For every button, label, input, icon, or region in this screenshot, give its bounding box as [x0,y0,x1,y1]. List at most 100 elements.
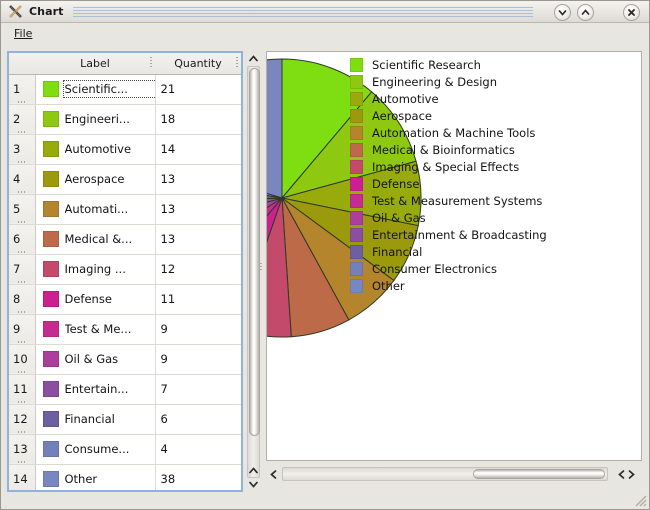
quantity-cell[interactable]: 13 [155,224,241,255]
chart-horizontal-scrollbar[interactable] [266,466,642,482]
row-resize-handle[interactable] [18,280,27,283]
quantity-cell[interactable]: 6 [155,404,241,435]
quantity-cell[interactable]: 38 [155,464,241,490]
legend-entry: Engineering & Design [350,73,630,90]
row-number-cell[interactable]: 14 [9,464,36,493]
label-cell[interactable]: Entertain... [35,374,156,405]
quantity-cell[interactable]: 21 [155,74,241,105]
pie-slice[interactable] [266,58,283,199]
row-resize-handle[interactable] [18,130,27,133]
row-resize-handle[interactable] [18,310,27,313]
label-cell[interactable]: Imaging ... [35,254,156,285]
row-number-cell[interactable]: 8 [9,284,36,315]
table-row[interactable]: 14 Other 38 [9,464,241,493]
row-number-cell[interactable]: 13 [9,434,36,465]
label-cell[interactable]: Engineeri... [35,104,156,135]
window-resize-grip[interactable] [633,493,647,507]
table-row[interactable]: 2 Engineeri... 18 [9,104,241,135]
table-row[interactable]: 12 Financial 6 [9,404,241,435]
label-cell[interactable]: Medical &... [35,224,156,255]
row-number-cell[interactable]: 6 [9,224,36,255]
window-titlebar[interactable]: Chart [1,1,649,23]
quantity-cell[interactable]: 13 [155,164,241,195]
row-number-cell[interactable]: 5 [9,194,36,225]
row-number-cell[interactable]: 10 [9,344,36,375]
table-row[interactable]: 4 Aerospace 13 [9,164,241,195]
row-resize-handle[interactable] [18,220,27,223]
label-cell[interactable]: Other [35,464,156,490]
column-header-label[interactable]: Label [35,53,155,75]
row-resize-handle[interactable] [18,340,27,343]
row-resize-handle[interactable] [18,370,27,373]
scroll-right-button[interactable] [612,467,640,481]
scroll-trough-horizontal[interactable] [282,467,608,481]
quantity-cell[interactable]: 14 [155,134,241,165]
table-row[interactable]: 3 Automotive 14 [9,134,241,165]
row-resize-handle[interactable] [18,491,27,493]
label-text: Automati... [64,202,129,216]
table-row[interactable]: 11 Entertain... 7 [9,374,241,405]
row-number-cell[interactable]: 9 [9,314,36,345]
table-row[interactable]: 5 Automati... 13 [9,194,241,225]
row-number-cell[interactable]: 4 [9,164,36,195]
quantity-cell[interactable]: 13 [155,194,241,225]
quantity-cell[interactable]: 9 [155,314,241,345]
close-button[interactable] [623,4,640,21]
row-resize-handle[interactable] [18,460,27,463]
row-resize-handle[interactable] [18,400,27,403]
row-resize-handle[interactable] [18,160,27,163]
label-cell[interactable]: Aerospace [35,164,156,195]
label-cell[interactable]: Defense [35,284,156,315]
row-number-cell[interactable]: 7 [9,254,36,285]
scroll-thumb-horizontal[interactable] [473,469,605,479]
row-resize-handle[interactable] [18,430,27,433]
column-resize-handle[interactable] [150,57,152,69]
quantity-cell[interactable]: 4 [155,434,241,465]
table-row[interactable]: 7 Imaging ... 12 [9,254,241,285]
label-text: Oil & Gas [64,352,119,366]
scroll-left-button[interactable] [266,467,280,481]
legend-color-swatch-icon [350,91,363,106]
legend-label: Automotive [372,91,439,106]
table-row[interactable]: 13 Consume... 4 [9,434,241,465]
pane-splitter[interactable] [258,51,264,492]
legend-label: Imaging & Special Effects [372,159,520,174]
row-number-cell[interactable]: 11 [9,374,36,405]
label-cell[interactable]: Financial [35,404,156,435]
row-resize-handle[interactable] [18,250,27,253]
row-resize-handle[interactable] [18,190,27,193]
label-cell[interactable]: Automati... [35,194,156,225]
legend-label: Test & Measurement Systems [372,193,543,208]
table-row[interactable]: 9 Test & Me... 9 [9,314,241,345]
label-cell[interactable]: Consume... [35,434,156,465]
row-resize-handle[interactable] [18,100,27,103]
label-cell[interactable]: Test & Me... [35,314,156,345]
legend-label: Aerospace [372,108,432,123]
quantity-cell[interactable]: 9 [155,344,241,375]
quantity-cell[interactable]: 12 [155,254,241,285]
row-number-cell[interactable]: 2 [9,104,36,135]
label-cell[interactable]: Automotive [35,134,156,165]
row-number-cell[interactable]: 3 [9,134,36,165]
table-corner-header[interactable] [9,53,35,75]
table-row[interactable]: 8 Defense 11 [9,284,241,315]
legend-color-swatch-icon [350,176,363,191]
legend-entry: Consumer Electronics [350,260,630,277]
pie-chart-canvas[interactable]: Scientific Research Engineering & Design A… [266,51,642,461]
table-row[interactable]: 10 Oil & Gas 9 [9,344,241,375]
menu-item-file[interactable]: File [11,26,35,41]
quantity-cell[interactable]: 11 [155,284,241,315]
label-cell[interactable]: Oil & Gas [35,344,156,375]
column-resize-handle[interactable] [236,57,238,69]
minimize-button[interactable] [554,4,571,21]
legend-color-swatch-icon [350,210,363,225]
maximize-button[interactable] [577,4,594,21]
quantity-cell[interactable]: 7 [155,374,241,405]
table-row[interactable]: 1 Scientific... 21 [9,74,241,105]
row-number-cell[interactable]: 12 [9,404,36,435]
table-row[interactable]: 6 Medical &... 13 [9,224,241,255]
quantity-cell[interactable]: 18 [155,104,241,135]
row-number-cell[interactable]: 1 [9,74,36,105]
column-header-quantity[interactable]: Quantity [155,53,241,75]
label-cell[interactable]: Scientific... [35,74,156,105]
